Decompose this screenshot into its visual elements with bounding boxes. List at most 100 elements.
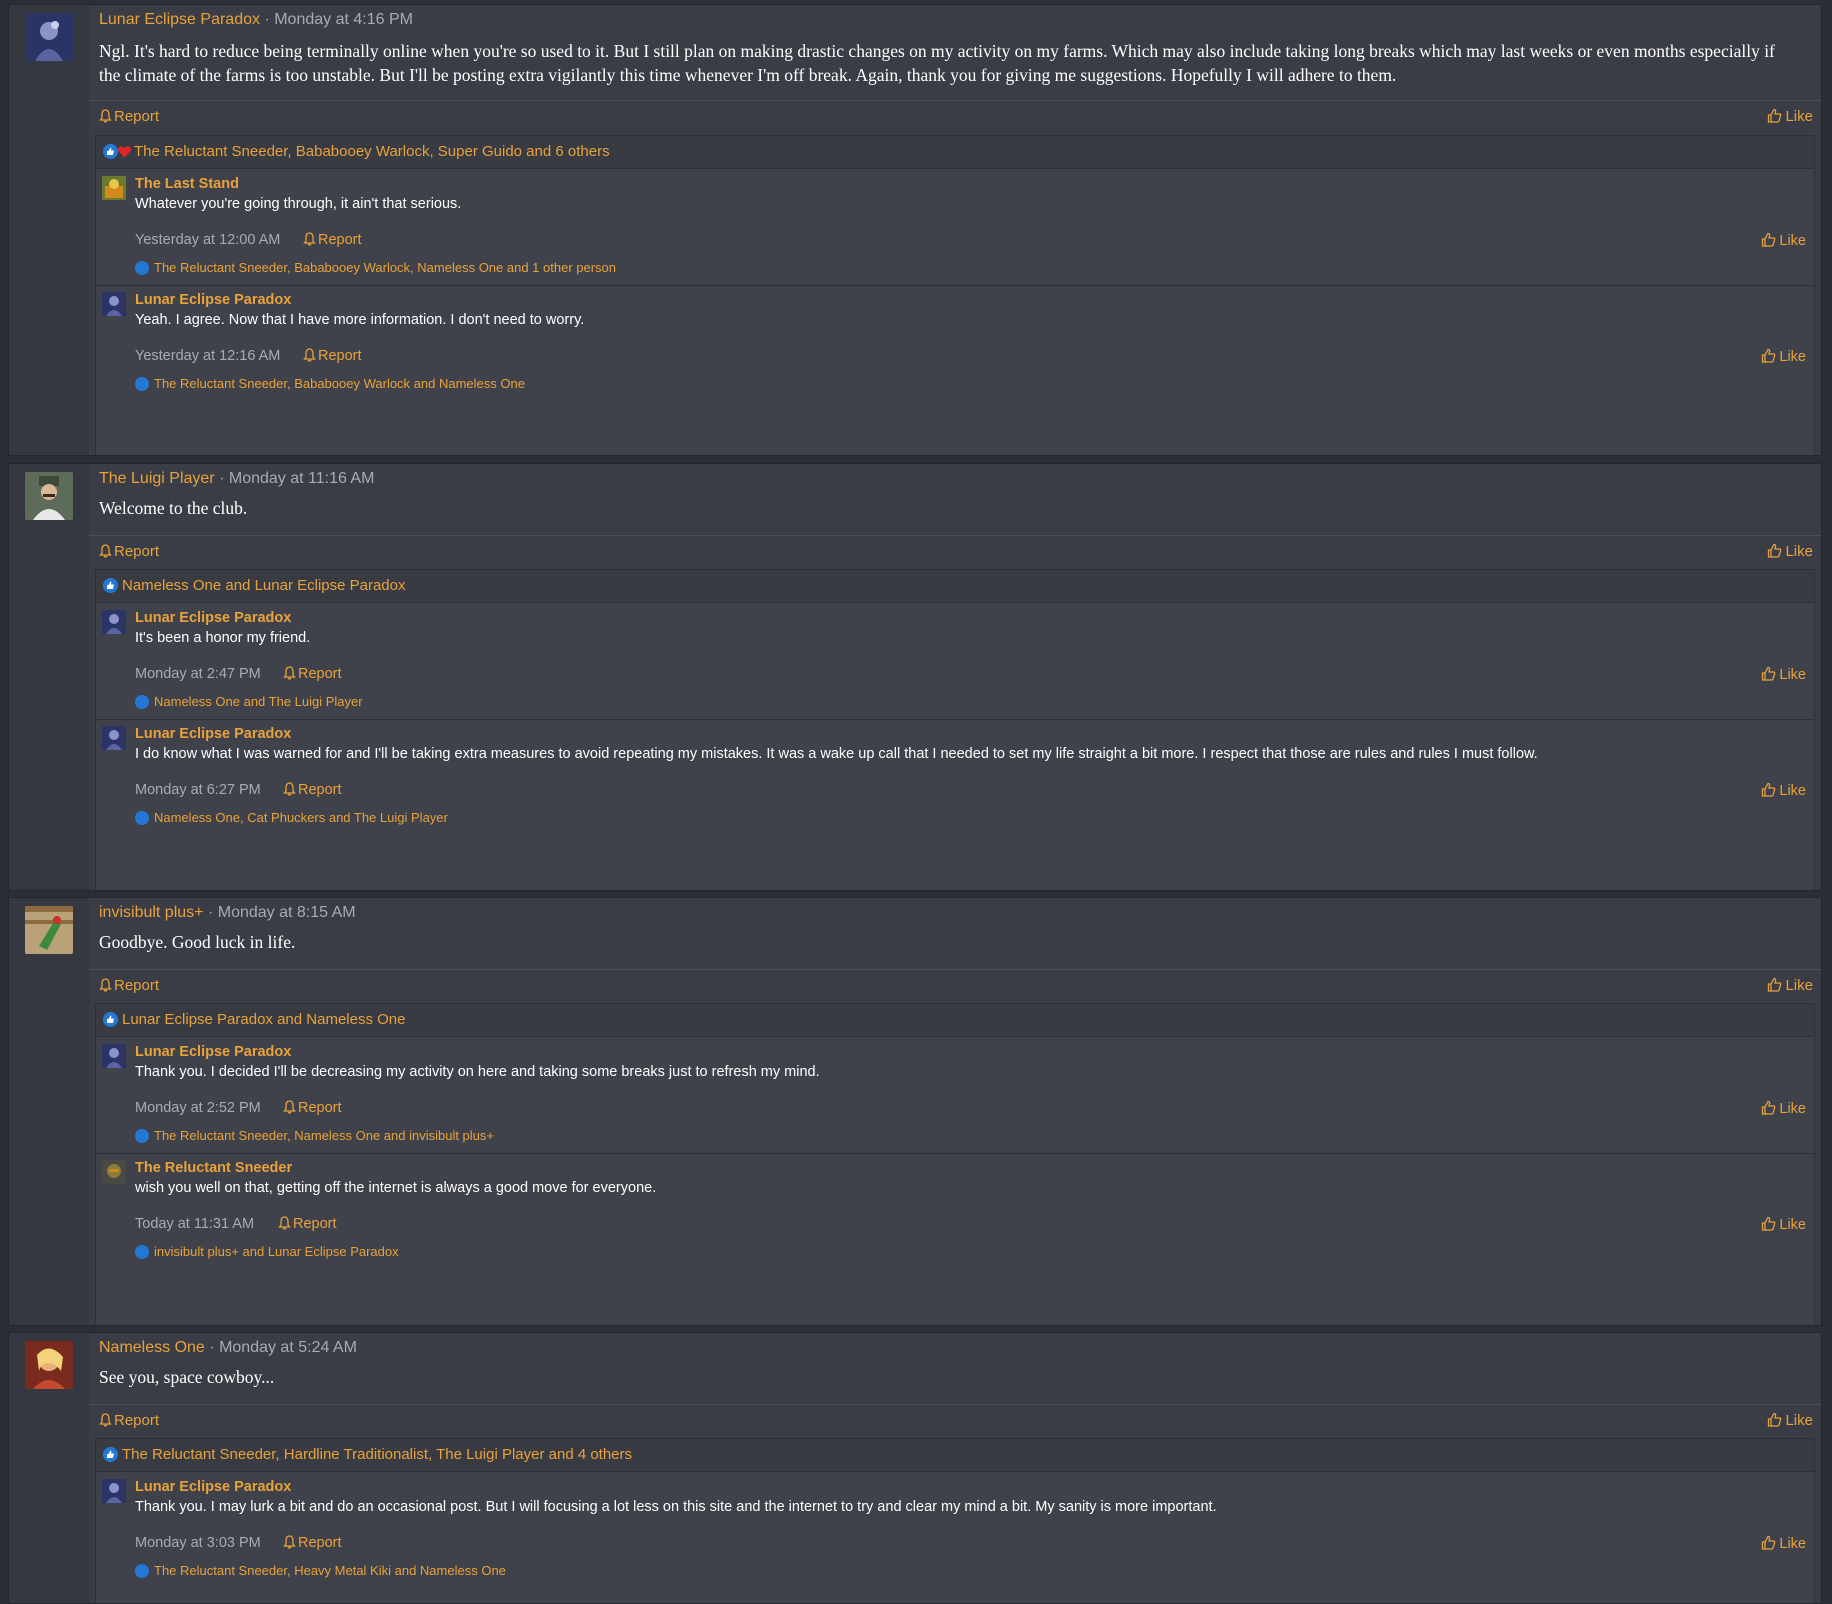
comment-report-button[interactable]: Report: [303, 348, 362, 364]
separator: ·: [207, 904, 214, 921]
bell-icon: [278, 1216, 291, 1230]
comment-timestamp[interactable]: Yesterday at 12:00 AM: [135, 232, 280, 248]
post-header: Nameless One · Monday at 5:24 AM: [99, 1339, 357, 1357]
post-actions: Report Like: [89, 100, 1821, 135]
comment-avatar[interactable]: [102, 726, 126, 750]
comment-author-link[interactable]: Lunar Eclipse Paradox: [135, 610, 291, 626]
comment-avatar[interactable]: [102, 1160, 126, 1184]
comment-author-link[interactable]: Lunar Eclipse Paradox: [135, 1044, 291, 1060]
comment-timestamp[interactable]: Today at 11:31 AM: [135, 1216, 254, 1232]
report-button[interactable]: Report: [99, 108, 159, 125]
thumbs-up-icon: [1762, 1100, 1776, 1115]
comment-timestamp[interactable]: Yesterday at 12:16 AM: [135, 348, 280, 364]
like-reaction-icon: [135, 261, 149, 275]
report-label: Report: [318, 232, 362, 248]
comment-report-button[interactable]: Report: [283, 782, 342, 798]
post-author-link[interactable]: Lunar Eclipse Paradox: [99, 11, 260, 28]
post-author-link[interactable]: invisibult plus+: [99, 904, 204, 921]
comment-timestamp[interactable]: Monday at 3:03 PM: [135, 1535, 261, 1551]
post-timestamp[interactable]: Monday at 11:16 AM: [229, 470, 375, 487]
comment-report-button[interactable]: Report: [283, 1535, 342, 1551]
comment-report-button[interactable]: Report: [283, 1100, 342, 1116]
comment-text: Thank you. I decided I'll be decreasing …: [135, 1064, 820, 1080]
comment-reactions-text: The Reluctant Sneeder, Bababooey Warlock…: [154, 376, 525, 391]
like-button[interactable]: Like: [1767, 977, 1813, 994]
like-button[interactable]: Like: [1767, 1412, 1813, 1429]
post-body: See you, space cowboy...: [99, 1367, 275, 1387]
reaction-users-link[interactable]: The Reluctant Sneeder, Bababooey Warlock…: [134, 143, 610, 160]
separator: ·: [264, 11, 270, 28]
post-author-link[interactable]: The Luigi Player: [99, 470, 215, 487]
comment: The Reluctant Sneeder wish you well on t…: [96, 1153, 1814, 1269]
comment-reaction-users-link[interactable]: The Reluctant Sneeder, Heavy Metal Kiki …: [135, 1563, 506, 1578]
comment-reaction-users-link[interactable]: The Reluctant Sneeder, Bababooey Warlock…: [135, 260, 616, 275]
comment-timestamp[interactable]: Monday at 2:47 PM: [135, 666, 261, 682]
report-label: Report: [298, 1535, 342, 1551]
comment-section: The Reluctant Sneeder, Hardline Traditio…: [95, 1438, 1815, 1603]
comment-author-link[interactable]: Lunar Eclipse Paradox: [135, 1479, 291, 1495]
post-timestamp[interactable]: Monday at 4:16 PM: [274, 11, 413, 28]
avatar[interactable]: [25, 13, 73, 61]
like-button[interactable]: Like: [1767, 108, 1813, 125]
comment-report-button[interactable]: Report: [283, 666, 342, 682]
comment-like-button[interactable]: Like: [1761, 1216, 1806, 1233]
post-timestamp[interactable]: Monday at 8:15 AM: [218, 904, 356, 921]
report-button[interactable]: Report: [99, 977, 159, 994]
avatar[interactable]: [25, 1341, 73, 1389]
reaction-users-link[interactable]: Nameless One and Lunar Eclipse Paradox: [122, 577, 406, 594]
comment-text: Yeah. I agree. Now that I have more info…: [135, 312, 585, 328]
comment-text: wish you well on that, getting off the i…: [135, 1180, 657, 1196]
comment-reactions-text: Nameless One and The Luigi Player: [154, 694, 363, 709]
comment-reactions-text: The Reluctant Sneeder, Heavy Metal Kiki …: [154, 1563, 506, 1578]
post-timestamp[interactable]: Monday at 5:24 AM: [219, 1339, 357, 1356]
comment-report-button[interactable]: Report: [303, 232, 362, 248]
comment-report-button[interactable]: Report: [278, 1216, 337, 1232]
comment-avatar[interactable]: [102, 176, 126, 200]
like-reaction-icon: [135, 811, 149, 825]
reaction-users-link[interactable]: The Reluctant Sneeder, Hardline Traditio…: [122, 1446, 632, 1463]
like-label: Like: [1779, 1101, 1806, 1117]
comment: Lunar Eclipse Paradox I do know what I w…: [96, 719, 1814, 835]
reaction-summary: Nameless One and Lunar Eclipse Paradox: [96, 570, 1814, 603]
profile-post: Nameless One · Monday at 5:24 AM See you…: [8, 1332, 1822, 1604]
comment-author-link[interactable]: The Reluctant Sneeder: [135, 1160, 292, 1176]
comment-avatar[interactable]: [102, 1044, 126, 1068]
avatar[interactable]: [25, 472, 73, 520]
thumbs-up-icon: [1762, 666, 1776, 681]
post-author-link[interactable]: Nameless One: [99, 1339, 205, 1356]
comment-author-link[interactable]: The Last Stand: [135, 176, 239, 192]
avatar[interactable]: [25, 906, 73, 954]
like-label: Like: [1785, 108, 1813, 125]
comment-like-button[interactable]: Like: [1761, 1100, 1806, 1117]
comment-timestamp[interactable]: Monday at 2:52 PM: [135, 1100, 261, 1116]
thumbs-up-icon: [1762, 1535, 1776, 1550]
comment-reaction-users-link[interactable]: Nameless One and The Luigi Player: [135, 694, 363, 709]
comment-text: I do know what I was warned for and I'll…: [135, 746, 1538, 762]
comment-avatar[interactable]: [102, 292, 126, 316]
like-reaction-icon: [103, 144, 118, 159]
post-body: Welcome to the club.: [99, 498, 248, 518]
post-header: invisibult plus+ · Monday at 8:15 AM: [99, 904, 356, 922]
reaction-summary: The Reluctant Sneeder, Bababooey Warlock…: [96, 136, 1814, 169]
like-button[interactable]: Like: [1767, 543, 1813, 560]
comment-like-button[interactable]: Like: [1761, 232, 1806, 249]
comment-like-button[interactable]: Like: [1761, 782, 1806, 799]
report-button[interactable]: Report: [99, 1412, 159, 1429]
thumbs-up-icon: [1762, 782, 1776, 797]
comment-reaction-users-link[interactable]: Nameless One, Cat Phuckers and The Luigi…: [135, 810, 448, 825]
comment-reaction-users-link[interactable]: invisibult plus+ and Lunar Eclipse Parad…: [135, 1244, 399, 1259]
report-button[interactable]: Report: [99, 543, 159, 560]
comment-author-link[interactable]: Lunar Eclipse Paradox: [135, 726, 291, 742]
comment-reaction-users-link[interactable]: The Reluctant Sneeder, Nameless One and …: [135, 1128, 494, 1143]
reaction-users-link[interactable]: Lunar Eclipse Paradox and Nameless One: [122, 1011, 406, 1028]
comment-timestamp[interactable]: Monday at 6:27 PM: [135, 782, 261, 798]
comment-author-link[interactable]: Lunar Eclipse Paradox: [135, 292, 291, 308]
like-reaction-icon: [135, 1129, 149, 1143]
comment-like-button[interactable]: Like: [1761, 348, 1806, 365]
comment-like-button[interactable]: Like: [1761, 1535, 1806, 1552]
comment-avatar[interactable]: [102, 610, 126, 634]
comment-like-button[interactable]: Like: [1761, 666, 1806, 683]
comment-reaction-users-link[interactable]: The Reluctant Sneeder, Bababooey Warlock…: [135, 376, 525, 391]
like-label: Like: [1779, 349, 1806, 365]
comment-avatar[interactable]: [102, 1479, 126, 1503]
